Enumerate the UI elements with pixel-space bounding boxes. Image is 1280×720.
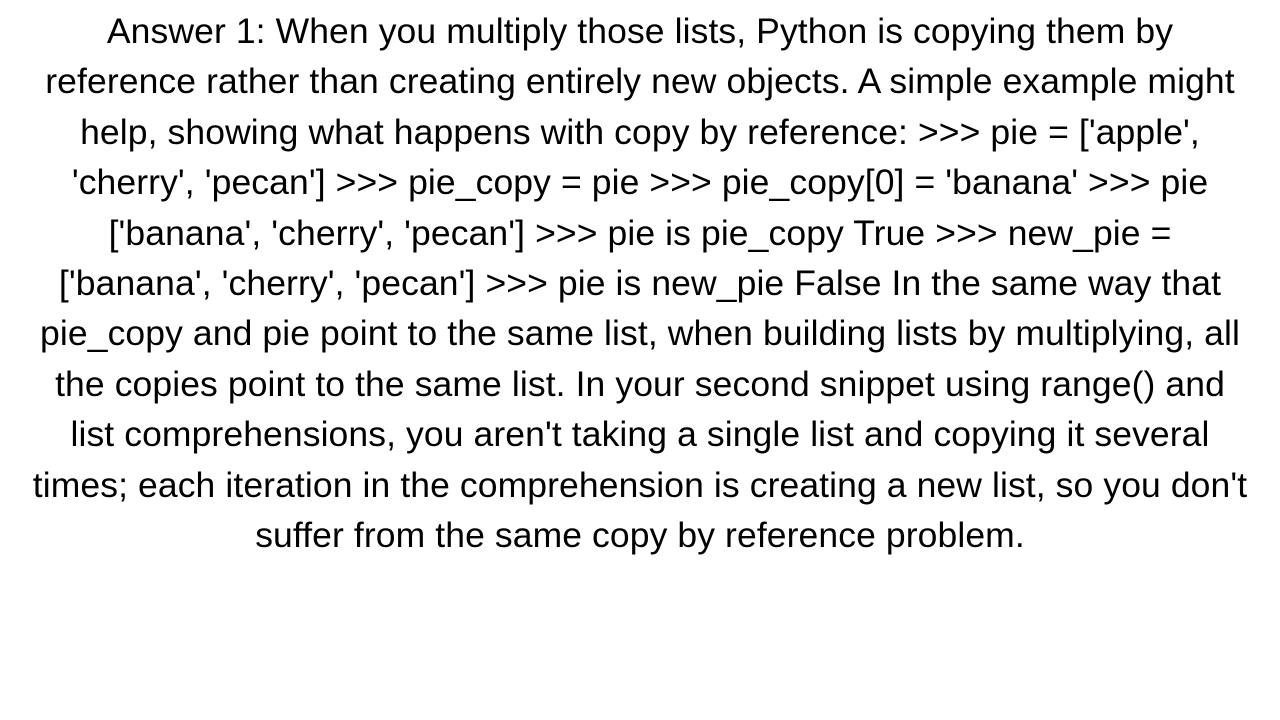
answer-body: Answer 1: When you multiply those lists,… (0, 0, 1280, 720)
